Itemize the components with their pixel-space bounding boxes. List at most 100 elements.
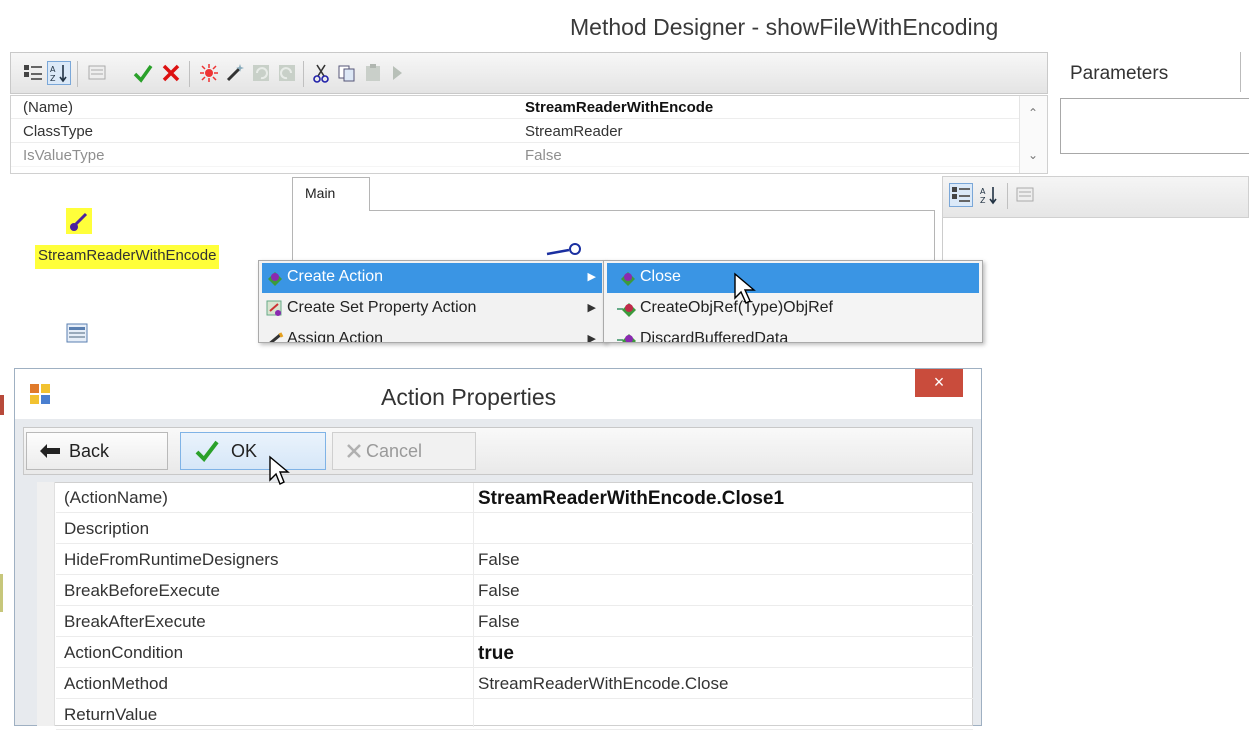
properties-toolbar: AZ — [942, 176, 1249, 218]
parameters-panel-edge — [1240, 52, 1249, 92]
connection-port-icon[interactable] — [545, 240, 585, 260]
property-name: IsValueType — [23, 147, 105, 164]
back-button[interactable]: Back — [26, 432, 168, 470]
background-edge — [0, 574, 3, 612]
magic-wand-icon[interactable] — [223, 61, 247, 85]
context-menu: Create Action ▶ Create Set Property Acti… — [258, 260, 606, 343]
window-title: Method Designer - showFileWithEncoding — [570, 14, 999, 40]
property-pages-icon[interactable] — [85, 61, 109, 85]
close-button[interactable]: × — [915, 369, 963, 397]
method-icon — [617, 300, 637, 318]
menu-item-create-set-property-action[interactable]: Create Set Property Action ▶ — [262, 294, 602, 324]
submenu-item-createobjref[interactable]: CreateObjRef(Type)ObjRef — [607, 294, 979, 324]
scroll-down-icon[interactable]: ⌄ — [1028, 148, 1038, 162]
menu-item-assign-action[interactable]: Assign Action ▶ — [262, 325, 602, 343]
property-name: ActionMethod — [64, 674, 168, 693]
property-name: BreakBeforeExecute — [64, 581, 220, 600]
dialog-titlebar: Action Properties × — [15, 369, 981, 419]
property-name: BreakAfterExecute — [64, 612, 206, 631]
scroll-up-icon[interactable]: ⌃ — [1028, 106, 1038, 120]
designer-toolbar: AZ — [10, 52, 1048, 94]
tab-main[interactable]: Main — [292, 177, 370, 211]
action-icon — [266, 269, 284, 287]
property-value: False — [525, 147, 562, 164]
alphabetical-sort-icon[interactable]: AZ — [47, 61, 71, 85]
menu-item-create-action[interactable]: Create Action ▶ — [262, 263, 602, 293]
cut-icon[interactable] — [309, 61, 333, 85]
property-row[interactable]: Description — [56, 514, 973, 544]
dialog-toolbar: Back OK Cancel — [23, 427, 973, 475]
property-value: StreamReaderWithEncode — [525, 99, 714, 116]
star-burst-icon[interactable] — [197, 61, 221, 85]
property-value[interactable]: StreamReaderWithEncode.Close1 — [478, 488, 784, 510]
svg-text:Z: Z — [980, 196, 986, 205]
property-row[interactable]: (ActionName) StreamReaderWithEncode.Clos… — [56, 483, 973, 513]
submenu-arrow-icon: ▶ — [587, 302, 596, 314]
toolbar-separator — [1007, 183, 1008, 209]
parameters-label: Parameters — [1070, 63, 1169, 84]
property-value[interactable]: False — [478, 581, 520, 601]
dialog-title: Action Properties — [381, 384, 557, 410]
parameters-list[interactable] — [1060, 98, 1249, 154]
property-pages-icon[interactable] — [1013, 183, 1037, 207]
property-row[interactable]: BreakBeforeExecute False — [56, 576, 973, 606]
property-row[interactable]: ClassType StreamReader — [11, 120, 1021, 143]
svg-text:A: A — [50, 65, 56, 74]
component-icon[interactable] — [66, 208, 92, 234]
categorized-icon[interactable] — [21, 61, 45, 85]
paste-icon[interactable] — [361, 61, 385, 85]
check-icon[interactable] — [131, 61, 155, 85]
svg-text:A: A — [980, 187, 986, 196]
x-icon — [345, 442, 363, 460]
alphabetical-sort-icon[interactable]: AZ — [977, 183, 1001, 207]
component-label[interactable]: StreamReaderWithEncode — [35, 245, 220, 269]
ok-label: OK — [231, 440, 258, 461]
categorized-icon[interactable] — [949, 183, 973, 207]
run-icon[interactable] — [385, 61, 409, 85]
property-row[interactable]: (Name) StreamReaderWithEncode — [11, 96, 1021, 119]
dialog-app-icon — [29, 383, 51, 405]
property-row[interactable]: ActionCondition true — [56, 638, 973, 668]
property-value: StreamReader — [525, 123, 623, 140]
undo-icon[interactable] — [249, 61, 273, 85]
property-name: ReturnValue — [64, 705, 158, 724]
property-name: ClassType — [23, 123, 94, 140]
property-row[interactable]: IsValueType False — [11, 144, 1021, 167]
toolbar-separator — [189, 61, 190, 87]
submenu-item-close[interactable]: Close — [607, 263, 979, 293]
redo-icon[interactable] — [275, 61, 299, 85]
submenu-arrow-icon: ▶ — [587, 333, 596, 343]
canvas-border — [370, 210, 935, 211]
cancel-button[interactable]: Cancel — [332, 432, 476, 470]
action-properties-dialog: Action Properties × Back OK Cancel (Acti… — [14, 368, 982, 730]
property-value[interactable]: StreamReaderWithEncode.Close — [478, 674, 728, 694]
property-row[interactable]: ActionMethod StreamReaderWithEncode.Clos… — [56, 669, 973, 699]
property-row[interactable]: HideFromRuntimeDesigners False — [56, 545, 973, 575]
set-property-icon — [266, 300, 284, 318]
property-grid-gutter — [37, 482, 55, 726]
x-icon[interactable] — [159, 61, 183, 85]
component-property-grid[interactable]: (Name) StreamReaderWithEncode ClassType … — [10, 95, 1048, 174]
property-value[interactable]: False — [478, 550, 520, 570]
mouse-cursor-icon — [268, 455, 292, 487]
cancel-label: Cancel — [366, 440, 423, 461]
menu-item-label: Create Action — [287, 268, 384, 285]
property-name: (ActionName) — [64, 488, 168, 507]
property-grid-scrollbar[interactable]: ⌃ ⌄ — [1019, 96, 1047, 173]
action-property-grid[interactable]: (ActionName) StreamReaderWithEncode.Clos… — [37, 482, 973, 730]
property-value[interactable]: true — [478, 643, 514, 665]
background-edge — [0, 395, 4, 415]
submenu-arrow-icon: ▶ — [587, 271, 596, 283]
ok-button[interactable]: OK — [180, 432, 326, 470]
property-row[interactable]: BreakAfterExecute False — [56, 607, 973, 637]
assign-icon — [266, 331, 284, 342]
copy-icon[interactable] — [335, 61, 359, 85]
toolbar-separator — [77, 61, 78, 87]
property-value[interactable]: False — [478, 612, 520, 632]
submenu-item-discardbuffereddata[interactable]: DiscardBufferedData — [607, 325, 979, 342]
properties-panel[interactable] — [942, 218, 1249, 343]
method-designer-titlebar: Method Designer - showFileWithEncoding — [0, 0, 1249, 52]
svg-text:Z: Z — [50, 74, 56, 83]
back-arrow-icon — [39, 443, 61, 459]
form-component-icon[interactable] — [66, 323, 88, 343]
